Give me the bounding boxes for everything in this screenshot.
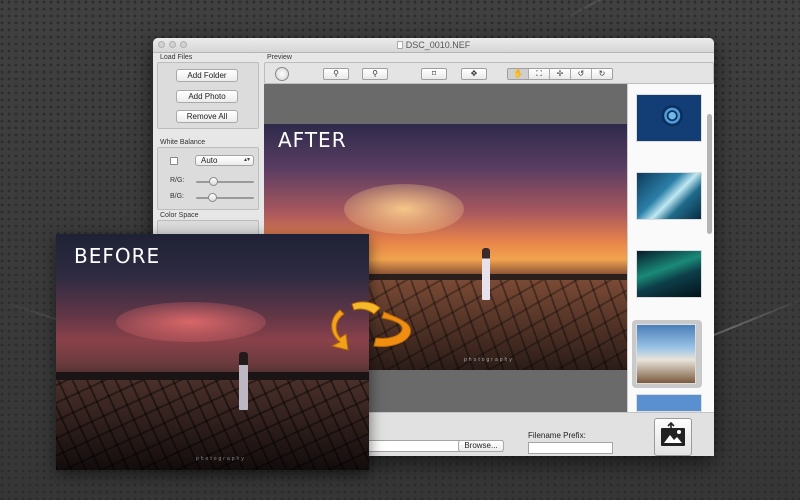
export-image-icon bbox=[661, 421, 685, 446]
hand-icon[interactable]: ✋ bbox=[508, 69, 529, 79]
background-streak bbox=[559, 0, 791, 22]
thumbnail-1[interactable] bbox=[636, 94, 702, 142]
transition-arrow-icon bbox=[330, 301, 412, 351]
straighten-icon[interactable]: ✢ bbox=[550, 69, 571, 79]
magnifier-icon: ⚲ bbox=[372, 69, 378, 78]
thumbnail-scrollbar[interactable] bbox=[706, 114, 714, 234]
white-balance-label: White Balance bbox=[160, 139, 206, 146]
sun-glow bbox=[344, 184, 464, 234]
sun-glow bbox=[116, 302, 266, 342]
crop-frame-icon[interactable]: ⛶ bbox=[529, 69, 550, 79]
figure-silhouette bbox=[482, 248, 490, 300]
browse-button[interactable]: Browse... bbox=[458, 440, 504, 452]
remove-all-button[interactable]: Remove All bbox=[176, 110, 238, 123]
actual-size-button[interactable]: ✥ bbox=[461, 68, 487, 80]
magnifier-icon: ⚲ bbox=[333, 69, 339, 78]
thumbnail-3[interactable] bbox=[636, 250, 702, 298]
figure-silhouette bbox=[239, 352, 248, 410]
filename-prefix-field[interactable] bbox=[528, 442, 613, 454]
tool-segmented-control: ✋ ⛶ ✢ ↺ ↻ bbox=[507, 68, 613, 80]
export-button[interactable] bbox=[654, 418, 692, 456]
zoom-window-button[interactable] bbox=[180, 41, 187, 48]
fit-button[interactable]: ⌑ bbox=[421, 68, 447, 80]
expand-arrows-icon: ✥ bbox=[470, 69, 478, 78]
bg-slider-track[interactable] bbox=[196, 197, 254, 199]
filename-prefix-label: Filename Prefix: bbox=[528, 431, 586, 440]
bg-label: B/G: bbox=[170, 193, 185, 200]
load-files-label: Load Files bbox=[160, 54, 193, 61]
white-balance-select[interactable]: Auto ▴▾ bbox=[195, 155, 254, 166]
window-title: DSC_0010.NEF bbox=[405, 40, 471, 50]
dial-icon[interactable] bbox=[275, 67, 289, 81]
thumbnail-strip bbox=[627, 84, 714, 412]
title-bar: DSC_0010.NEF bbox=[153, 38, 714, 53]
close-window-button[interactable] bbox=[158, 41, 165, 48]
rotate-left-icon[interactable]: ↺ bbox=[571, 69, 592, 79]
rg-label: R/G: bbox=[170, 177, 185, 184]
zoom-out-button[interactable]: ⚲ bbox=[362, 68, 388, 80]
white-balance-panel: Auto ▴▾ R/G: B/G: bbox=[157, 147, 259, 210]
stepper-arrows-icon: ▴▾ bbox=[243, 157, 250, 163]
document-icon bbox=[396, 41, 403, 49]
before-label: BEFORE bbox=[74, 244, 161, 268]
after-label: AFTER bbox=[278, 128, 347, 152]
load-files-panel: Add Folder Add Photo Remove All bbox=[157, 62, 259, 129]
white-balance-value: Auto bbox=[201, 156, 218, 165]
horizon-line bbox=[56, 372, 369, 380]
rg-slider-track[interactable] bbox=[196, 181, 254, 183]
minimize-window-button[interactable] bbox=[169, 41, 176, 48]
white-balance-checkbox[interactable] bbox=[170, 157, 178, 165]
scrollbar-thumb[interactable] bbox=[707, 114, 712, 234]
add-folder-button[interactable]: Add Folder bbox=[176, 69, 238, 82]
color-space-label: Color Space bbox=[160, 212, 199, 219]
bg-slider-knob[interactable] bbox=[208, 193, 218, 202]
watermark-text: photography bbox=[196, 456, 246, 462]
thumbnail-4[interactable] bbox=[636, 324, 696, 384]
preview-label: Preview bbox=[267, 54, 292, 61]
zoom-in-button[interactable]: ⚲ bbox=[323, 68, 349, 80]
watermark-text: photography bbox=[464, 357, 514, 363]
fit-frame-icon: ⌑ bbox=[431, 69, 437, 78]
thumbnail-5[interactable] bbox=[636, 394, 702, 412]
add-photo-button[interactable]: Add Photo bbox=[176, 90, 238, 103]
rg-slider-knob[interactable] bbox=[209, 177, 219, 186]
rotate-right-icon[interactable]: ↻ bbox=[592, 69, 612, 79]
thumbnail-2[interactable] bbox=[636, 172, 702, 220]
